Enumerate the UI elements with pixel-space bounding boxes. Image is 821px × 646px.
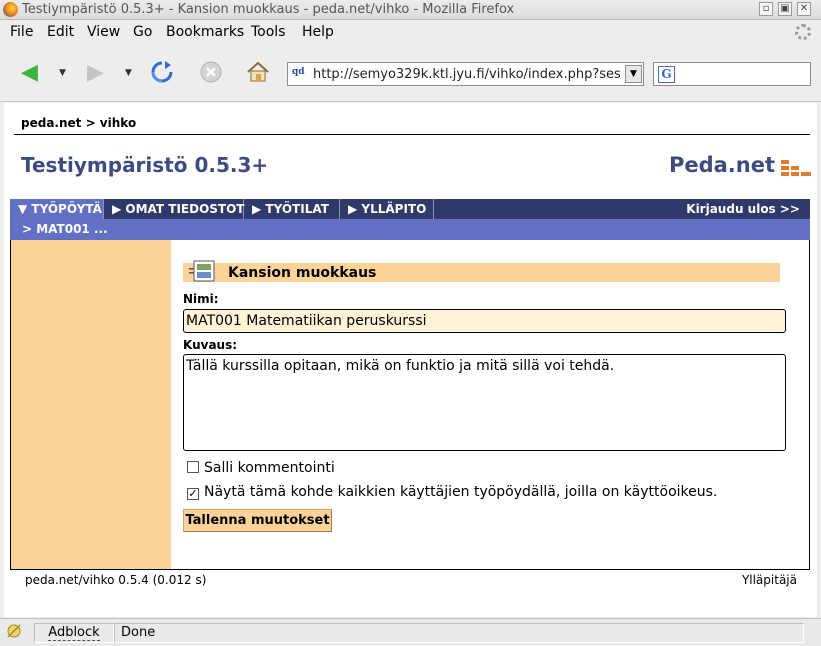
page-title: Testiympäristö 0.5.3+ (21, 153, 269, 177)
menu-tools[interactable]: Tools (251, 24, 286, 40)
adblock-label: Adblock (48, 625, 100, 641)
name-label: Nimi: (183, 292, 219, 306)
tab-yllapito[interactable]: ▶ YLLÄPITO (340, 199, 434, 219)
reload-button[interactable] (150, 60, 176, 86)
allow-comments-label[interactable]: Salli kommentointi (204, 460, 335, 476)
folder-edit-icon (189, 260, 215, 282)
menu-file[interactable]: File (10, 24, 33, 40)
menu-help[interactable]: Help (302, 24, 334, 40)
window-title: Testiympäristö 0.5.3+ - Kansion muokkaus… (22, 2, 515, 17)
tab-tyotilat[interactable]: ▶ TYÖTILAT (244, 199, 340, 219)
url-text[interactable]: http://semyo329k.ktl.jyu.fi/vihko/index.… (313, 67, 620, 82)
stop-button[interactable] (199, 60, 225, 86)
allow-comments-checkbox[interactable] (187, 461, 199, 473)
navigation-toolbar: ◀ ▼ ▶ ▼ qd http://semyo329k.ktl.jyu.fi/v… (0, 44, 821, 102)
menu-bookmarks[interactable]: Bookmarks (166, 24, 244, 40)
footer-version: peda.net/vihko 0.5.4 (0.012 s) (25, 573, 207, 587)
show-on-desktop-label[interactable]: Näytä tämä kohde kaikkien käyttäjien työ… (204, 484, 717, 500)
maximize-button[interactable]: ▣ (778, 2, 792, 16)
description-textarea[interactable]: Tällä kurssilla opitaan, mikä on funktio… (183, 354, 786, 451)
security-status-icon[interactable] (4, 623, 24, 641)
address-bar[interactable]: qd http://semyo329k.ktl.jyu.fi/vihko/ind… (287, 62, 644, 86)
url-history-dropdown-icon[interactable]: ▼ (625, 65, 642, 83)
logo-mark-icon (781, 160, 811, 178)
menu-bar: File Edit View Go Bookmarks Tools Help (0, 21, 821, 43)
logo-text: Peda.net (668, 153, 775, 177)
window-title-bar: Testiympäristö 0.5.3+ - Kansion muokkaus… (0, 0, 821, 20)
form-heading: Kansion muokkaus (228, 265, 377, 281)
show-on-desktop-row: ✓ Näytä tämä kohde kaikkien käyttäjien ty… (187, 484, 717, 500)
tab-omat-tiedostot[interactable]: ▶ OMAT TIEDOSTOT (104, 199, 245, 219)
home-button[interactable] (246, 60, 272, 86)
tab-tyopoyta[interactable]: ▼ TYÖPÖYTÄ (10, 199, 104, 219)
throbber-icon (795, 24, 811, 40)
site-favicon-icon: qd (292, 67, 305, 77)
breadcrumb-divider (14, 134, 810, 135)
content-frame: Kansion muokkaus Nimi: MAT001 Matematiik… (10, 240, 810, 570)
menu-view[interactable]: View (87, 24, 120, 40)
logout-link[interactable]: Kirjaudu ulos >> (686, 199, 800, 219)
allow-comments-row: Salli kommentointi (187, 460, 335, 476)
breadcrumb[interactable]: peda.net > vihko (21, 116, 136, 130)
subnav-current-item[interactable]: > MAT001 ... (10, 219, 810, 240)
forward-history-dropdown-icon[interactable]: ▼ (125, 68, 132, 78)
peda-net-logo[interactable]: Peda.net (668, 153, 811, 179)
description-label: Kuvaus: (183, 338, 238, 352)
back-button[interactable]: ◀ (21, 60, 47, 86)
show-on-desktop-checkbox[interactable]: ✓ (187, 488, 199, 500)
stop-icon (200, 61, 222, 83)
footer-user-role: Ylläpitäjä (741, 573, 797, 587)
main-navigation: ▼ TYÖPÖYTÄ ▶ OMAT TIEDOSTOT ▶ TYÖTILAT ▶… (10, 199, 810, 219)
search-box[interactable]: G (653, 62, 811, 86)
minimize-button[interactable]: ▫ (759, 2, 773, 16)
reload-icon (151, 61, 173, 83)
status-text: Done (114, 623, 804, 643)
forward-button[interactable]: ▶ (87, 60, 113, 86)
name-field[interactable]: MAT001 Matematiikan peruskurssi (183, 309, 786, 333)
page-viewport: peda.net > vihko Testiympäristö 0.5.3+ P… (4, 103, 817, 617)
status-bar: Adblock Done (0, 618, 821, 646)
save-changes-button[interactable]: Tallenna muutokset (183, 509, 332, 532)
back-history-dropdown-icon[interactable]: ▼ (59, 68, 66, 78)
form-heading-bar: Kansion muokkaus (183, 260, 780, 282)
close-window-button[interactable]: ✕ (797, 2, 811, 16)
home-icon (247, 61, 269, 82)
left-sidebar (11, 240, 171, 569)
adblock-button[interactable]: Adblock (34, 623, 114, 643)
menu-go[interactable]: Go (133, 24, 152, 40)
firefox-icon (3, 2, 18, 17)
menu-edit[interactable]: Edit (47, 24, 74, 40)
broken-lock-icon (7, 624, 21, 638)
search-engine-icon[interactable]: G (658, 66, 675, 83)
